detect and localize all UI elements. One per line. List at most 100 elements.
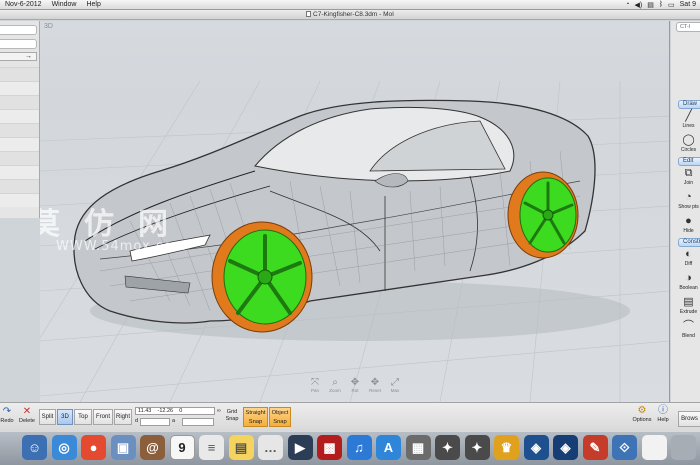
join-tool[interactable]: ⧉ Join (677, 166, 700, 190)
show-pts-label: Show pts (678, 204, 699, 210)
view-top-button[interactable]: Top (74, 409, 92, 425)
delete-button[interactable]: ✕ Delete (17, 406, 37, 424)
options-button[interactable]: ⚙ Options (630, 405, 654, 423)
battery-icon[interactable]: ▭ (668, 1, 675, 9)
bluetooth-icon[interactable]: ᛒ (659, 1, 663, 8)
hide-icon: ● (685, 215, 692, 227)
construct-section-header[interactable]: Constr (678, 238, 700, 247)
circles-tool[interactable]: ◯ Circles (677, 133, 700, 157)
browse-button[interactable]: Brows (678, 411, 700, 427)
dock-bulb-app-icon[interactable]: ✦ (435, 435, 460, 460)
dock-utility-app-icon[interactable]: ⟐ (612, 435, 637, 460)
list-item[interactable] (0, 95, 39, 109)
dock-stickies-icon[interactable]: ▤ (228, 435, 254, 460)
dock-trash-icon[interactable] (671, 435, 696, 460)
dock-lion-app-icon[interactable]: ♛ (494, 435, 519, 460)
distance-input[interactable] (140, 418, 170, 426)
view-right-button[interactable]: Right (114, 409, 132, 425)
edit-section-header[interactable]: Edit (678, 157, 700, 166)
list-item[interactable] (0, 81, 39, 95)
coordinate-readout[interactable]: 11.43 -12.26 0 (135, 407, 215, 415)
dock: ☺ ◎ ● ▣ @9 ≡ ▤… ▶ ▩ ♫ A ▦ ✦ ✦ ♛ ◈ ◈ ✎ ⟐ (0, 431, 700, 465)
extrude-tool[interactable]: ▤ Extrude (677, 295, 700, 319)
left-panel: → (0, 21, 40, 218)
diff-tool[interactable]: ◐ Diff (677, 247, 700, 271)
coord-y: -12.26 (157, 408, 174, 414)
options-icon: ⚙ (637, 405, 647, 416)
rotate-tool[interactable]: ✥ Rot (348, 377, 362, 393)
blend-tool[interactable]: ⌒ Blend (677, 319, 700, 343)
left-field-2[interactable] (0, 39, 37, 49)
dock-moi-app-2-icon[interactable]: ◈ (553, 435, 578, 460)
list-item[interactable] (0, 193, 39, 207)
menu-window[interactable]: Window (47, 1, 82, 8)
dock-textedit-icon[interactable]: ≡ (199, 435, 224, 460)
list-item[interactable] (0, 165, 39, 179)
distance-label: d (135, 418, 139, 424)
window-title-bar: C7-Kingfisher-C8.3dm - MoI (0, 10, 700, 20)
dock-app-store-icon[interactable]: A (376, 435, 401, 460)
redo-button[interactable]: ↷ Redo (0, 406, 14, 424)
menu-date[interactable]: Nov-6-2012 (0, 1, 47, 8)
dock-document-icon[interactable] (641, 435, 667, 460)
show-pts-tool[interactable]: ◔ Show pts (677, 190, 700, 214)
dock-pen-app-icon[interactable]: ✎ (582, 435, 608, 460)
arrow-icon[interactable]: → (0, 52, 37, 61)
dock-preview-icon[interactable]: ▣ (110, 435, 136, 460)
straight-snap-toggle[interactable]: Straight Snap (243, 407, 268, 427)
list-item[interactable] (0, 137, 39, 151)
file-tab[interactable]: CT-I (676, 22, 700, 32)
reset-tool[interactable]: ✥ Reset (368, 377, 382, 393)
list-item[interactable] (0, 123, 39, 137)
dock-bulb-app-2-icon[interactable]: ✦ (464, 435, 490, 460)
lines-tool[interactable]: ╱ Lines (677, 109, 700, 133)
volume-icon[interactable]: ◀) (634, 1, 642, 9)
clock[interactable]: Sat 9 (680, 1, 696, 8)
view-front-button[interactable]: Front (93, 409, 113, 425)
help-button[interactable]: ⓘ Help (655, 405, 671, 423)
options-label: Options (632, 417, 652, 423)
reset-label: Reset (369, 388, 381, 393)
draw-section-header[interactable]: Draw (678, 100, 700, 109)
view-split-button[interactable]: Split (39, 409, 56, 425)
boolean-label: Boolean (679, 285, 698, 291)
grid-snap-toggle[interactable]: Grid Snap (222, 409, 242, 423)
dock-messages-icon[interactable]: … (258, 435, 283, 460)
flag-icon[interactable]: ▤ (647, 1, 654, 9)
object-snap-toggle[interactable]: Object Snap (269, 407, 291, 427)
dock-safari-icon[interactable]: ◎ (51, 435, 77, 460)
zoom-tool[interactable]: ⌕ Zoom (328, 377, 342, 393)
list-item[interactable] (0, 109, 39, 123)
redo-label: Redo (0, 418, 14, 424)
list-item[interactable] (0, 67, 39, 81)
coord-x: 11.43 (138, 408, 152, 414)
menu-help[interactable]: Help (81, 1, 105, 8)
pan-tool[interactable]: ⤧ Pan (308, 377, 322, 393)
help-icon: ⓘ (658, 405, 668, 416)
dock-calendar-icon[interactable]: 9 (169, 435, 195, 460)
front-wheel (211, 221, 313, 333)
coord-unit-label: ∞ (217, 408, 221, 414)
3d-viewport[interactable]: 3D 莫仿网 WWW.54mox.com ⤧ Pan ⌕ Zoom ✥ Rot ✥ Re… (40, 21, 670, 402)
maximize-tool[interactable]: ⤢ Max (388, 377, 402, 393)
viewport-label: 3D (44, 23, 53, 30)
dock-photo-app-icon[interactable]: ▦ (405, 435, 431, 460)
dock-quicktime-icon[interactable]: ▶ (287, 435, 313, 460)
view-3d-button[interactable]: 3D (57, 409, 73, 425)
boolean-tool[interactable]: ◑ Boolean (677, 271, 700, 295)
left-field-1[interactable] (0, 25, 37, 35)
dock-photo-booth-icon[interactable]: ▩ (317, 435, 342, 460)
wifi-icon[interactable]: ◔ (625, 1, 629, 8)
pan-icon: ⤧ (311, 377, 319, 388)
dock-chrome-icon[interactable]: ● (81, 435, 106, 460)
delete-icon: ✕ (22, 406, 32, 417)
zoom-icon: ⌕ (332, 377, 338, 388)
list-item[interactable] (0, 179, 39, 193)
dock-moi-app-icon[interactable]: ◈ (523, 435, 549, 460)
dock-finder-icon[interactable]: ☺ (22, 435, 47, 460)
hide-tool[interactable]: ● Hide (677, 214, 700, 238)
dock-itunes-icon[interactable]: ♫ (346, 435, 372, 460)
angle-input[interactable] (182, 418, 214, 426)
dock-address-book-icon[interactable]: @ (140, 435, 165, 460)
list-item[interactable] (0, 151, 39, 165)
